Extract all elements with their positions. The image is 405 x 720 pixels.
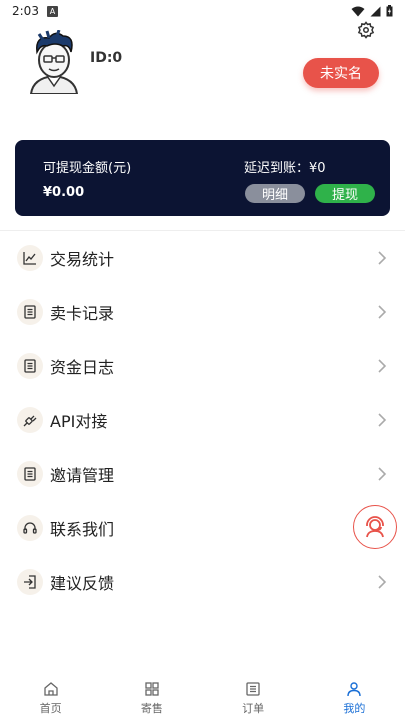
chart-icon bbox=[17, 245, 43, 271]
nav-home[interactable]: 首页 bbox=[0, 672, 101, 720]
menu-item-fund-log[interactable]: 资金日志 bbox=[0, 339, 405, 393]
withdrawable-amount: ¥0.00 bbox=[43, 185, 85, 200]
status-bar: 2:03 A bbox=[0, 0, 405, 22]
menu-item-label: 建议反馈 bbox=[50, 574, 115, 593]
status-left: 2:03 A bbox=[12, 4, 58, 18]
chevron-right-icon bbox=[378, 305, 387, 319]
status-time: 2:03 bbox=[12, 4, 39, 18]
balance-card: 可提现金额(元) ¥0.00 延迟到账：¥0 明细 提现 bbox=[15, 140, 390, 216]
person-icon bbox=[347, 682, 362, 697]
floating-support-button[interactable] bbox=[353, 505, 397, 549]
user-id: ID:0 bbox=[90, 50, 123, 66]
list-icon bbox=[246, 682, 260, 696]
chevron-right-icon bbox=[378, 359, 387, 373]
login-arrow-icon bbox=[17, 569, 43, 595]
home-icon bbox=[43, 682, 58, 696]
menu-list: 交易统计 卖卡记录 资金日志 API对接 邀请管理 联系我们 建议反馈 bbox=[0, 231, 405, 609]
nav-label: 订单 bbox=[242, 702, 265, 715]
menu-item-contact-us[interactable]: 联系我们 bbox=[0, 501, 405, 555]
menu-item-label: 联系我们 bbox=[50, 520, 115, 539]
battery-icon bbox=[386, 5, 393, 17]
nav-label: 寄售 bbox=[140, 702, 163, 715]
menu-item-invite-management[interactable]: 邀请管理 bbox=[0, 447, 405, 501]
nav-mine[interactable]: 我的 bbox=[304, 672, 405, 720]
document-icon bbox=[17, 461, 43, 487]
menu-item-trade-stats[interactable]: 交易统计 bbox=[0, 231, 405, 285]
chevron-right-icon bbox=[378, 467, 387, 481]
withdraw-button[interactable]: 提现 bbox=[315, 184, 375, 203]
menu-item-api[interactable]: API对接 bbox=[0, 393, 405, 447]
chevron-right-icon bbox=[378, 575, 387, 589]
grid-icon bbox=[145, 682, 159, 696]
menu-item-label: 资金日志 bbox=[50, 358, 115, 377]
document-icon bbox=[17, 353, 43, 379]
nav-consign[interactable]: 寄售 bbox=[101, 672, 202, 720]
nav-label: 首页 bbox=[39, 702, 62, 715]
bottom-nav: 首页 寄售 订单 我的 bbox=[0, 672, 405, 720]
menu-item-sell-card-records[interactable]: 卖卡记录 bbox=[0, 285, 405, 339]
menu-item-feedback[interactable]: 建议反馈 bbox=[0, 555, 405, 609]
plug-icon bbox=[17, 407, 43, 433]
nav-orders[interactable]: 订单 bbox=[203, 672, 304, 720]
chevron-right-icon bbox=[378, 413, 387, 427]
avatar[interactable] bbox=[25, 29, 83, 95]
delayed-arrival: 延迟到账：¥0 bbox=[244, 161, 326, 176]
menu-item-label: 邀请管理 bbox=[50, 466, 115, 485]
status-right bbox=[351, 5, 393, 17]
withdrawable-label: 可提现金额(元) bbox=[43, 161, 132, 176]
menu-item-label: API对接 bbox=[50, 412, 108, 431]
menu-item-label: 交易统计 bbox=[50, 250, 115, 269]
detail-button[interactable]: 明细 bbox=[245, 184, 305, 203]
notification-a-icon: A bbox=[46, 5, 58, 17]
document-icon bbox=[17, 299, 43, 325]
headset-icon bbox=[17, 515, 43, 541]
nav-label: 我的 bbox=[343, 702, 366, 715]
chevron-right-icon bbox=[378, 251, 387, 265]
real-name-verify-button[interactable]: 未实名 bbox=[303, 58, 379, 88]
support-agent-icon bbox=[366, 516, 384, 538]
signal-icon bbox=[370, 6, 381, 16]
settings-gear-icon[interactable] bbox=[357, 21, 375, 39]
wifi-icon bbox=[351, 6, 365, 16]
menu-item-label: 卖卡记录 bbox=[50, 304, 115, 323]
